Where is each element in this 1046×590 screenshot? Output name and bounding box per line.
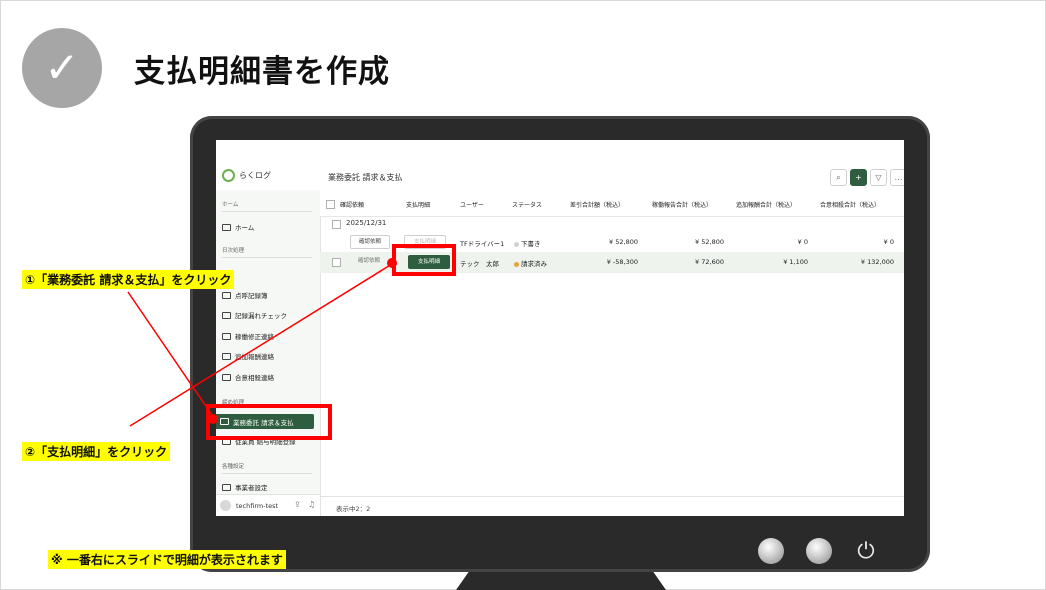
annotation-lines bbox=[127, 263, 393, 427]
step1-dot bbox=[208, 414, 218, 424]
step1-note: ①「業務委託 請求＆支払」をクリック bbox=[22, 270, 235, 289]
step2-highlight bbox=[392, 244, 456, 276]
step2-dot bbox=[387, 258, 397, 268]
step1-leader-line bbox=[127, 291, 215, 419]
slide-note: ※ 一番右にスライドで明細が表示されます bbox=[48, 550, 286, 569]
step1-highlight bbox=[206, 404, 332, 440]
step2-note: ②「支払明細」をクリック bbox=[22, 442, 171, 461]
